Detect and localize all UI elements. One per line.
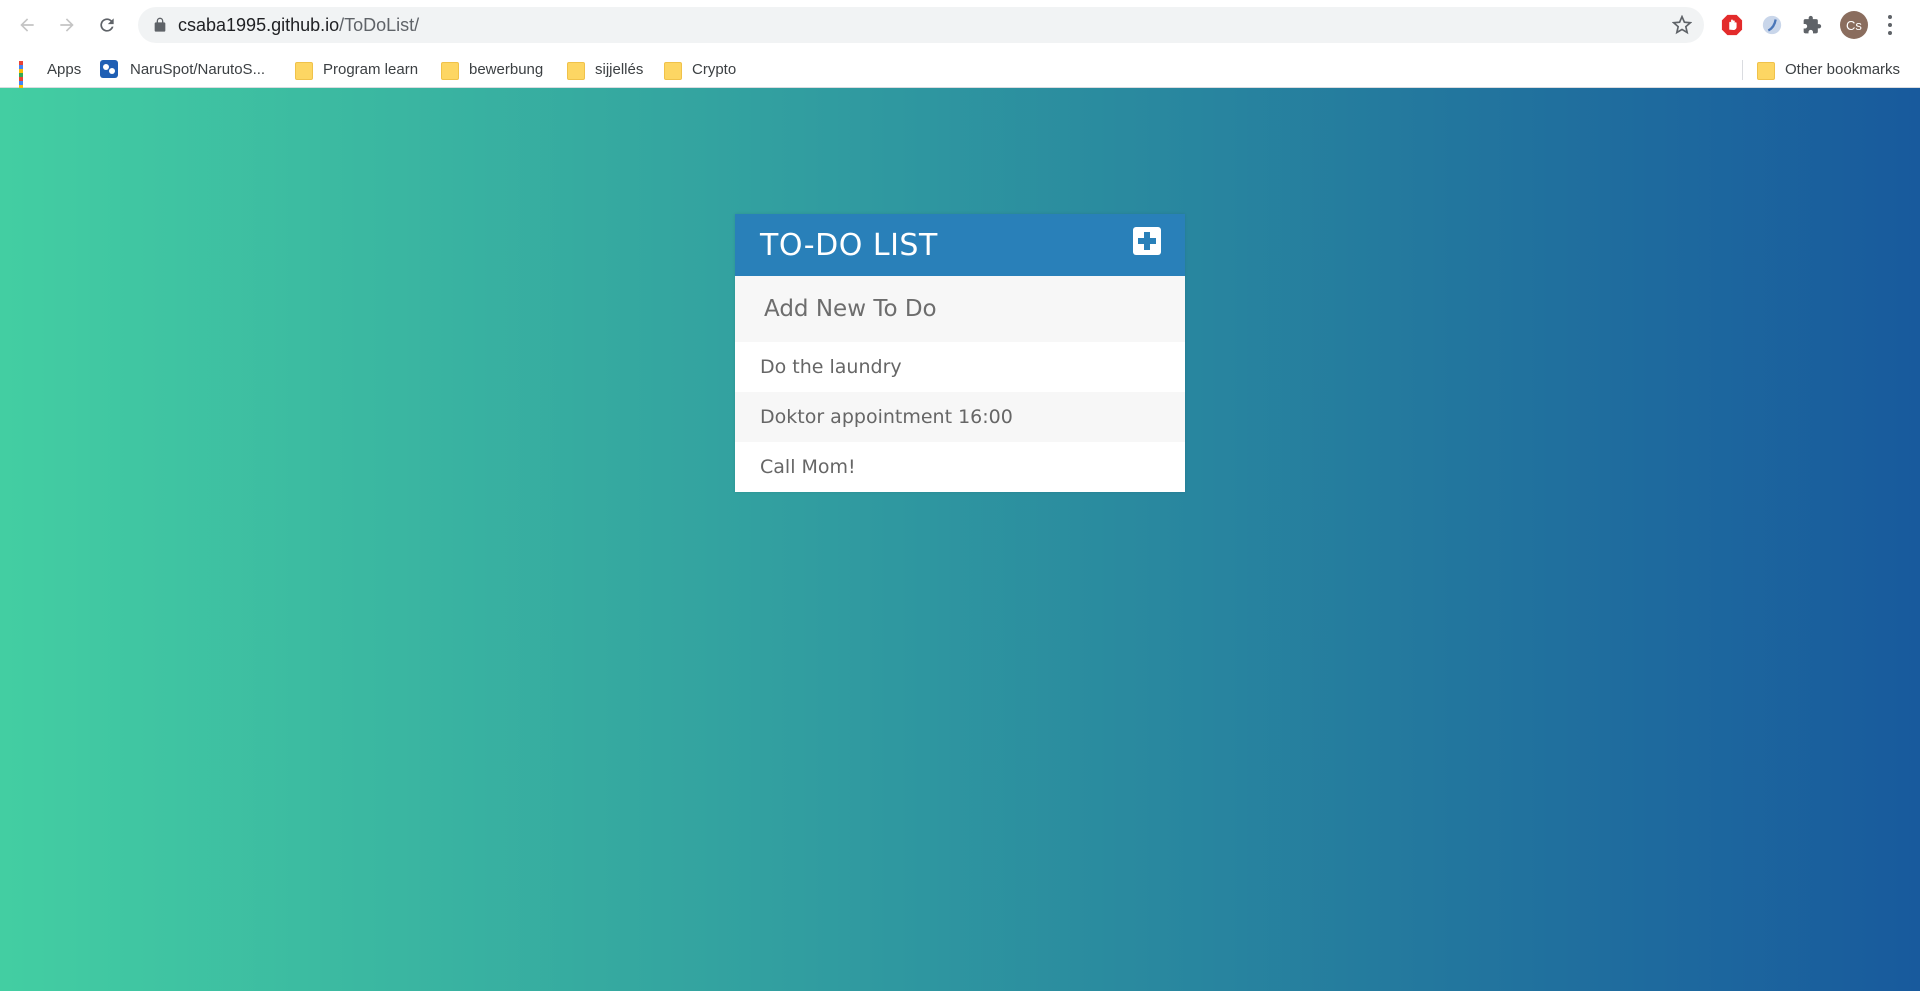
profile-avatar[interactable]: Cs [1840, 11, 1868, 39]
bookmark-label: Apps [47, 60, 82, 78]
url-host: csaba1995.github.io [178, 15, 340, 35]
back-button[interactable] [12, 10, 42, 40]
todo-title: TO-DO LIST [760, 227, 938, 263]
browser-menu-button[interactable] [1884, 13, 1896, 37]
adblock-extension-icon[interactable] [1720, 13, 1744, 37]
apps-grid-icon [19, 61, 35, 97]
plus-icon[interactable] [1133, 227, 1161, 255]
bookmark-sijjelles[interactable]: sijjellés [567, 58, 643, 80]
menu-dot [1888, 23, 1892, 27]
folder-icon [1757, 60, 1775, 80]
stop-hand-icon [1721, 14, 1743, 36]
bookmark-label: bewerbung [469, 60, 544, 78]
bookmark-label: Other bookmarks [1785, 60, 1901, 78]
url-text[interactable]: csaba1995.github.io/ToDoList/ [178, 15, 419, 36]
arrow-right-icon [60, 18, 74, 32]
menu-dot [1888, 31, 1892, 35]
extensions-button[interactable] [1800, 13, 1824, 37]
todo-item[interactable]: Call Mom! [735, 442, 1185, 492]
swirl-icon [1762, 15, 1782, 35]
browser-toolbar: csaba1995.github.io/ToDoList/ Cs [0, 0, 1920, 50]
address-bar[interactable]: csaba1995.github.io/ToDoList/ [138, 7, 1704, 43]
menu-dot [1888, 15, 1892, 19]
extension-swirl-icon[interactable] [1760, 13, 1784, 37]
todo-item[interactable]: Doktor appointment 16:00 [735, 392, 1185, 442]
bookmark-label: sijjellés [595, 60, 644, 78]
forward-button[interactable] [52, 10, 82, 40]
lock-icon [154, 17, 166, 32]
todo-item[interactable]: Do the laundry [735, 342, 1185, 392]
bookmark-program-learn[interactable]: Program learn [295, 58, 418, 80]
folder-icon [567, 60, 585, 80]
folder-icon [295, 60, 313, 80]
folder-icon [664, 60, 682, 80]
bookmark-star-icon[interactable] [1672, 15, 1692, 35]
bookmark-apps[interactable]: Apps [19, 58, 82, 97]
todo-list: Do the laundry Doktor appointment 16:00 … [735, 342, 1185, 492]
bookmark-bewerbung[interactable]: bewerbung [441, 58, 543, 80]
site-favicon-icon [100, 60, 118, 78]
arrow-left-icon [20, 18, 34, 32]
page-background: TO-DO LIST Do the laundry Doktor appoint… [0, 88, 1920, 991]
bookmark-crypto[interactable]: Crypto [664, 58, 736, 80]
bookmark-label: Program learn [323, 60, 419, 78]
todo-header: TO-DO LIST [735, 214, 1185, 276]
bookmark-other-bookmarks[interactable]: Other bookmarks [1757, 58, 1900, 80]
url-path: /ToDoList/ [339, 15, 420, 35]
bookmark-naruspot[interactable]: NaruSpot/NarutoS... [100, 58, 265, 80]
reload-button[interactable] [92, 10, 122, 40]
folder-icon [441, 60, 459, 80]
new-todo-input[interactable] [735, 276, 1185, 342]
todo-card: TO-DO LIST Do the laundry Doktor appoint… [735, 214, 1185, 492]
bookmarks-bar: Apps NaruSpot/NarutoS... Program learn b… [0, 50, 1920, 97]
bookmarks-divider [1742, 60, 1743, 80]
bookmark-label: NaruSpot/NarutoS... [130, 60, 266, 78]
reload-icon [100, 18, 114, 32]
puzzle-icon [1803, 15, 1822, 34]
bookmark-label: Crypto [692, 60, 737, 78]
